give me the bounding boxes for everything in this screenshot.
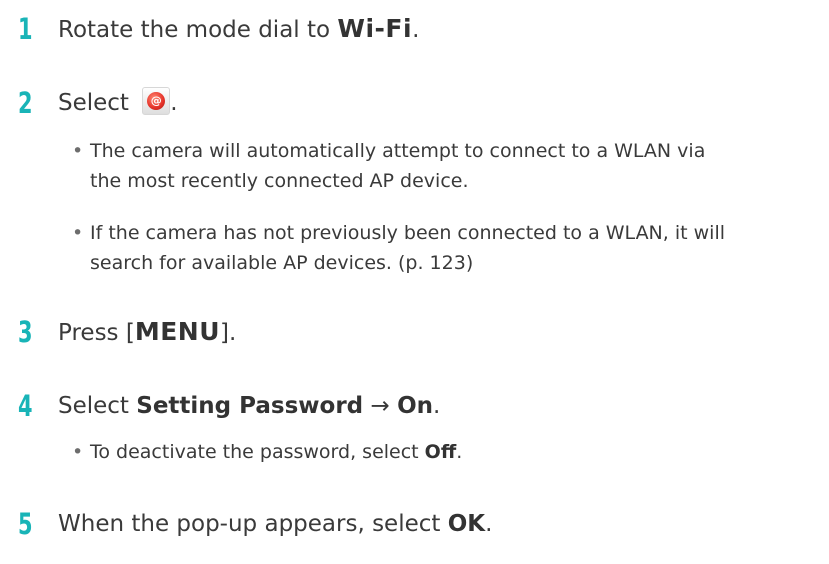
step-text-prefix: Select: [58, 90, 137, 116]
off-option-label: Off: [424, 441, 457, 463]
step-text-suffix: ].: [220, 319, 237, 346]
bullet-line: the most recently connected AP device.: [90, 170, 469, 192]
email-icon: @: [142, 87, 171, 115]
bullet-text-suffix: .: [456, 441, 463, 463]
step-text-suffix: .: [433, 393, 441, 419]
step-number: 3: [18, 315, 33, 349]
step-1: 1 Rotate the mode dial to Wi-Fi.: [18, 9, 419, 49]
ok-option-label: OK: [447, 511, 486, 537]
step-text-suffix: .: [412, 16, 420, 43]
step-text-prefix: When the pop-up appears, select: [58, 511, 448, 537]
bullet-dot: •: [72, 441, 84, 463]
step-text-suffix: .: [170, 90, 178, 116]
step-number: 1: [18, 12, 33, 46]
step-number: 2: [18, 86, 33, 120]
email-icon-symbol: @: [150, 94, 162, 107]
step-text: Select Setting Password → On.: [58, 386, 440, 426]
bullet-dot: •: [72, 222, 84, 244]
step-text-prefix: Rotate the mode dial to: [58, 16, 338, 43]
step-text-prefix: Press [: [58, 319, 135, 346]
step-3: 3 Press [MENU].: [18, 312, 236, 352]
setting-password-label: Setting Password: [136, 393, 364, 419]
step-text: Rotate the mode dial to Wi-Fi.: [58, 9, 419, 50]
arrow-separator: →: [363, 393, 398, 419]
bullet-line: search for available AP devices. (p. 123…: [90, 252, 474, 274]
menu-key-label: MENU: [134, 316, 221, 346]
bullet-text-prefix: To deactivate the password, select: [90, 441, 425, 463]
bullet-line: To deactivate the password, select Off.: [90, 437, 795, 467]
bullet-dot: •: [72, 140, 84, 162]
step-text-suffix: .: [485, 511, 493, 537]
step-text: Press [MENU].: [58, 312, 236, 353]
bullet-step-2-1: • The camera will automatically attempt …: [72, 136, 795, 196]
step-5: 5 When the pop-up appears, select OK.: [18, 504, 492, 544]
step-4: 4 Select Setting Password → On.: [18, 386, 440, 426]
bullet-line: The camera will automatically attempt to…: [90, 140, 706, 162]
step-number: 4: [18, 389, 33, 423]
step-text: Select @.: [58, 83, 178, 123]
step-text-prefix: Select: [58, 393, 137, 419]
step-2: 2 Select @.: [18, 83, 178, 123]
bullet-step-2-2: • If the camera has not previously been …: [72, 218, 795, 278]
step-number: 5: [18, 507, 33, 541]
on-option-label: On: [397, 393, 433, 419]
bullet-step-4-1: • To deactivate the password, select Off…: [72, 437, 795, 467]
wifi-mode-label: Wi-Fi: [337, 13, 413, 43]
step-text: When the pop-up appears, select OK.: [58, 504, 492, 544]
bullet-line: If the camera has not previously been co…: [90, 222, 725, 244]
